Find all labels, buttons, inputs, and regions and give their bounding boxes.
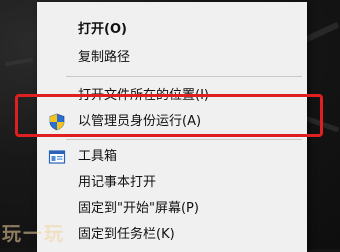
toolbox-icon xyxy=(48,148,66,166)
menu-item-label: 打开(O) xyxy=(78,22,127,37)
menu-separator xyxy=(66,76,302,77)
menu-item-label: 复制路径 xyxy=(78,50,131,65)
menu-item-label: 固定到任务栏(K) xyxy=(78,227,175,242)
menu-item-label: 固定到"开始"屏幕(P) xyxy=(78,201,199,216)
menu-item-pin-to-taskbar[interactable]: 固定到任务栏(K) xyxy=(37,221,307,248)
watermark: 玩一玩 xyxy=(2,223,66,245)
menu-separator xyxy=(66,139,302,140)
menu-item-label: 工具箱 xyxy=(78,149,118,164)
menu-item-open-with-notepad[interactable]: 用记事本打开 xyxy=(37,169,307,196)
menu-item-open[interactable]: 打开(O) xyxy=(37,16,307,43)
menu-item-pin-to-start[interactable]: 固定到"开始"屏幕(P) xyxy=(37,195,307,222)
menu-item-label: 用记事本打开 xyxy=(78,175,157,190)
highlight-box xyxy=(15,94,323,137)
menu-item-copy-path[interactable]: 复制路径 xyxy=(37,44,307,71)
menu-item-toolbox[interactable]: 工具箱 xyxy=(37,143,307,170)
